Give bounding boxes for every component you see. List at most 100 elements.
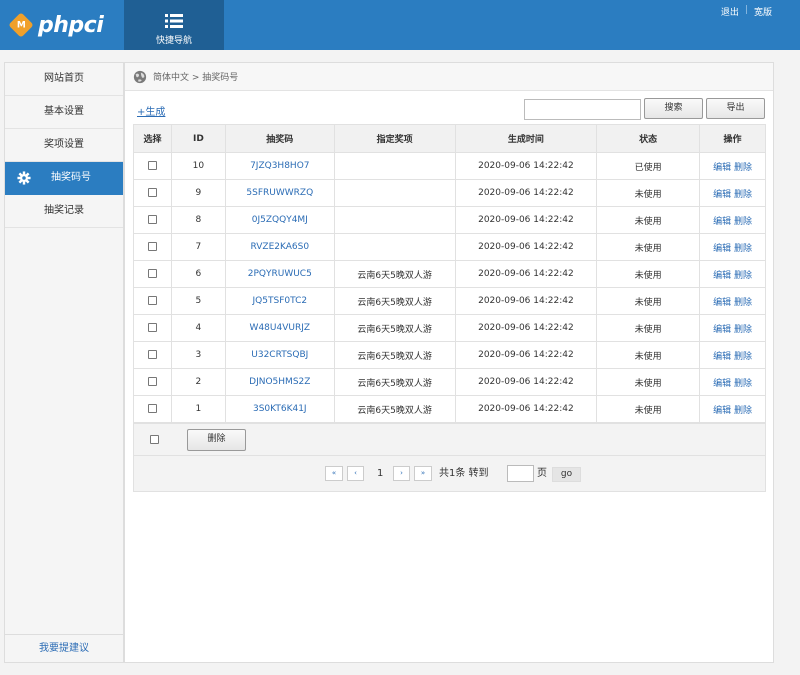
table-row: 5 JQ5TSF0TC2 云南6天5晚双人游 2020-09-06 14:22:42 未… bbox=[133, 287, 766, 315]
row-checkbox[interactable] bbox=[147, 242, 157, 251]
search-input[interactable] bbox=[524, 99, 641, 120]
row-status: 未使用 bbox=[596, 341, 701, 369]
export-button[interactable]: 导出 bbox=[706, 98, 765, 119]
row-code[interactable]: W48U4VURJZ bbox=[224, 314, 335, 342]
table-row: 7 RVZE2KA6S0 2020-09-06 14:22:42 未使用 编辑 删除 bbox=[133, 233, 766, 261]
row-actions: 编辑 删除 bbox=[699, 287, 766, 315]
gear-icon bbox=[17, 171, 31, 185]
next-page-button[interactable]: › bbox=[393, 466, 410, 481]
row-code[interactable]: DJNO5HMS2Z bbox=[224, 368, 335, 396]
row-actions: 编辑 删除 bbox=[699, 206, 766, 234]
wide-layout-link[interactable]: 宽版 bbox=[754, 5, 772, 18]
row-prize: 云南6天5晚双人游 bbox=[333, 314, 456, 342]
delete-link[interactable]: 删除 bbox=[734, 298, 752, 308]
row-checkbox[interactable] bbox=[147, 161, 157, 170]
top-bar: M phpci 快捷导航 退出 | 宽版 bbox=[0, 0, 800, 50]
sidebar-item-label: 抽奖记录 bbox=[44, 205, 84, 216]
row-code[interactable]: JQ5TSF0TC2 bbox=[224, 287, 335, 315]
delete-link[interactable]: 删除 bbox=[734, 217, 752, 227]
quick-nav-label: 快捷导航 bbox=[155, 36, 192, 46]
row-checkbox[interactable] bbox=[147, 215, 157, 224]
delete-link[interactable]: 删除 bbox=[734, 163, 752, 173]
delete-link[interactable]: 删除 bbox=[734, 352, 752, 362]
feedback-link[interactable]: 我要提建议 bbox=[5, 634, 123, 662]
row-checkbox[interactable] bbox=[147, 350, 157, 359]
delete-link[interactable]: 删除 bbox=[734, 190, 752, 200]
column-header-code: 抽奖码 bbox=[224, 124, 335, 153]
row-prize: 云南6天5晚双人游 bbox=[333, 260, 456, 288]
row-prize bbox=[333, 179, 456, 207]
row-status: 未使用 bbox=[596, 314, 701, 342]
go-button[interactable]: go bbox=[552, 467, 581, 482]
row-checkbox[interactable] bbox=[147, 296, 157, 305]
row-code[interactable]: 3S0KT6K41J bbox=[224, 395, 335, 423]
row-actions: 编辑 删除 bbox=[699, 341, 766, 369]
select-all-checkbox[interactable] bbox=[150, 435, 159, 444]
row-checkbox[interactable] bbox=[147, 323, 157, 332]
edit-link[interactable]: 编辑 bbox=[713, 298, 731, 308]
edit-link[interactable]: 编辑 bbox=[713, 244, 731, 254]
edit-link[interactable]: 编辑 bbox=[713, 379, 731, 389]
row-code[interactable]: 5SFRUWWRZQ bbox=[224, 179, 335, 207]
row-checkbox[interactable] bbox=[147, 377, 157, 386]
page-jump-input[interactable] bbox=[507, 465, 534, 482]
total-count-text: 共1条 转到 bbox=[439, 468, 489, 479]
edit-link[interactable]: 编辑 bbox=[713, 217, 731, 227]
bulk-delete-button[interactable]: 删除 bbox=[187, 429, 246, 451]
row-checkbox[interactable] bbox=[147, 188, 157, 197]
prev-page-button[interactable]: ‹ bbox=[347, 466, 364, 481]
row-code[interactable]: 2PQYRUWUC5 bbox=[224, 260, 335, 288]
delete-link[interactable]: 删除 bbox=[734, 379, 752, 389]
edit-link[interactable]: 编辑 bbox=[713, 352, 731, 362]
row-prize bbox=[333, 152, 456, 180]
column-header-time: 生成时间 bbox=[454, 124, 598, 153]
edit-link[interactable]: 编辑 bbox=[713, 163, 731, 173]
row-prize bbox=[333, 233, 456, 261]
row-prize: 云南6天5晚双人游 bbox=[333, 287, 456, 315]
link-separator: | bbox=[744, 5, 748, 15]
delete-link[interactable]: 删除 bbox=[734, 406, 752, 416]
row-checkbox[interactable] bbox=[147, 404, 157, 413]
generate-link[interactable]: +生成 bbox=[137, 103, 165, 118]
sidebar-item-prize-settings[interactable]: 奖项设置 bbox=[5, 129, 123, 162]
row-time: 2020-09-06 14:22:42 bbox=[454, 395, 598, 423]
row-code[interactable]: 0J5ZQQY4MJ bbox=[224, 206, 335, 234]
main-panel: 简体中文 > 抽奖码号 +生成 搜索 导出 选择 ID 抽奖码 指定奖项 生成时… bbox=[124, 62, 774, 663]
sidebar-item-label: 奖项设置 bbox=[44, 139, 84, 150]
row-code[interactable]: 7JZQ3H8HO7 bbox=[224, 152, 335, 180]
table-header-row: 选择 ID 抽奖码 指定奖项 生成时间 状态 操作 bbox=[133, 124, 766, 153]
row-prize: 云南6天5晚双人游 bbox=[333, 368, 456, 396]
pagination: « ‹ 1 › » 共1条 转到 页 go bbox=[133, 456, 766, 492]
delete-link[interactable]: 删除 bbox=[734, 325, 752, 335]
logout-link[interactable]: 退出 bbox=[721, 5, 739, 18]
last-page-button[interactable]: » bbox=[414, 466, 432, 481]
sidebar-item-home[interactable]: 网站首页 bbox=[5, 63, 123, 96]
sidebar-item-lottery-records[interactable]: 抽奖记录 bbox=[5, 195, 123, 228]
edit-link[interactable]: 编辑 bbox=[713, 406, 731, 416]
edit-link[interactable]: 编辑 bbox=[713, 325, 731, 335]
row-select-cell bbox=[133, 179, 172, 207]
sidebar-item-lottery-codes[interactable]: 抽奖码号 bbox=[5, 162, 123, 195]
row-actions: 编辑 删除 bbox=[699, 179, 766, 207]
table-row: 3 U32CRTSQBJ 云南6天5晚双人游 2020-09-06 14:22:42 未… bbox=[133, 341, 766, 369]
sidebar-item-basic-settings[interactable]: 基本设置 bbox=[5, 96, 123, 129]
delete-link[interactable]: 删除 bbox=[734, 244, 752, 254]
quick-nav-button[interactable]: 快捷导航 bbox=[124, 0, 224, 50]
row-code[interactable]: RVZE2KA6S0 bbox=[224, 233, 335, 261]
row-actions: 编辑 删除 bbox=[699, 368, 766, 396]
breadcrumb-text: 简体中文 > 抽奖码号 bbox=[153, 73, 239, 83]
row-code[interactable]: U32CRTSQBJ bbox=[224, 341, 335, 369]
row-time: 2020-09-06 14:22:42 bbox=[454, 341, 598, 369]
current-page[interactable]: 1 bbox=[377, 466, 383, 481]
row-checkbox[interactable] bbox=[147, 269, 157, 278]
table-row: 9 5SFRUWWRZQ 2020-09-06 14:22:42 未使用 编辑 删除 bbox=[133, 179, 766, 207]
edit-link[interactable]: 编辑 bbox=[713, 271, 731, 281]
list-icon bbox=[124, 0, 224, 28]
logo[interactable]: M phpci bbox=[0, 0, 124, 50]
edit-link[interactable]: 编辑 bbox=[713, 190, 731, 200]
column-header-status: 状态 bbox=[596, 124, 701, 153]
row-status: 未使用 bbox=[596, 206, 701, 234]
search-button[interactable]: 搜索 bbox=[644, 98, 703, 119]
first-page-button[interactable]: « bbox=[325, 466, 343, 481]
delete-link[interactable]: 删除 bbox=[734, 271, 752, 281]
